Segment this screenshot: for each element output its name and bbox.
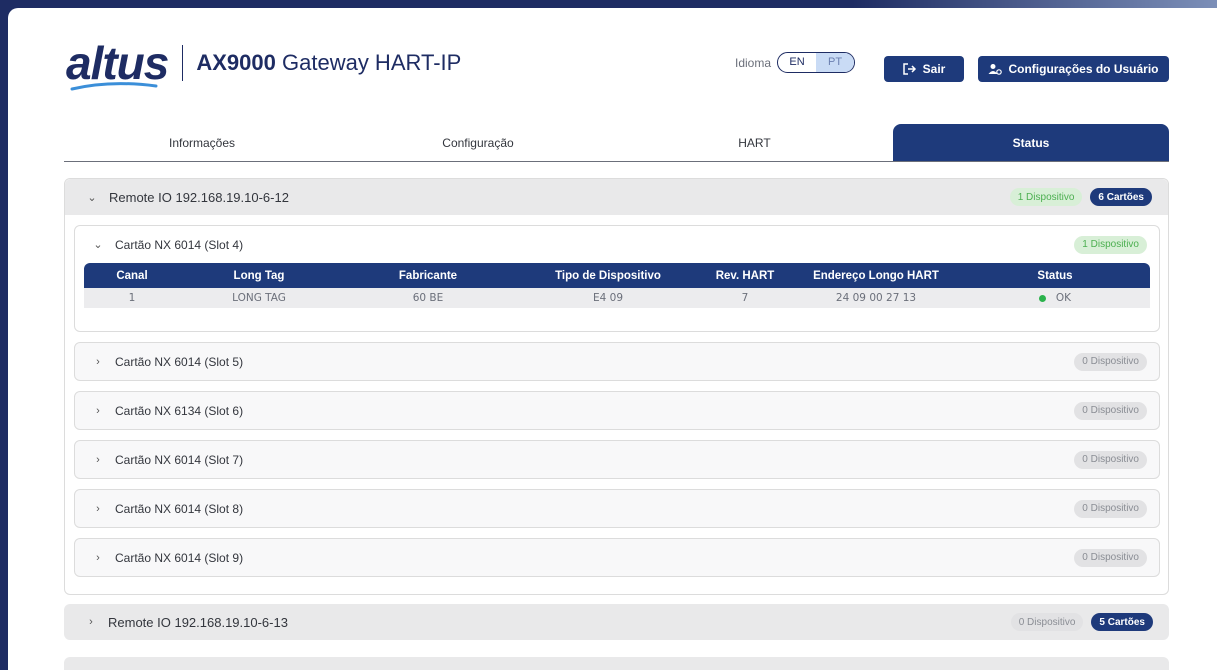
chevron-right-icon: › [96, 404, 100, 417]
logout-button[interactable]: Sair [884, 56, 964, 82]
app-title-model: AX9000 [196, 50, 276, 75]
tab-status[interactable]: Status [893, 124, 1169, 161]
language-label: Idioma [735, 55, 772, 70]
column-header-long-tag: Long Tag [180, 263, 338, 288]
app-window: altus AX9000 Gateway HART-IP Idioma EN P… [8, 8, 1217, 670]
app-title: AX9000 Gateway HART-IP [196, 50, 461, 76]
card-devices-badge: 0 Dispositivo [1074, 401, 1147, 420]
remote-group-header[interactable]: ⌄ Remote IO 192.168.19.10-6-12 1 Disposi… [65, 179, 1168, 215]
status-dot-icon [1038, 294, 1046, 302]
devices-badge: 1 Dispositivo [1009, 188, 1083, 206]
card-title: Cartão NX 6014 (Slot 7) [115, 452, 244, 467]
chevron-right-icon: › [96, 502, 100, 515]
chevron-down-icon: ⌄ [87, 191, 97, 204]
card-header[interactable]: › Cartão NX 6134 (Slot 6) 0 Dispositivo [75, 392, 1159, 429]
card-header[interactable]: › Cartão NX 6014 (Slot 7) 0 Dispositivo [75, 441, 1159, 478]
table-row[interactable]: 1 LONG TAG 60 BE E4 09 7 24 09 00 27 13 … [84, 288, 1150, 308]
language-toggle[interactable]: EN PT [777, 52, 856, 73]
chevron-down-icon: ⌄ [93, 239, 103, 251]
column-header-rev-hart: Rev. HART [698, 263, 792, 288]
cell-status: OK [960, 288, 1150, 308]
table-header-row: Canal Long Tag Fabricante Tipo de Dispos… [84, 263, 1150, 288]
chevron-right-icon: › [89, 616, 93, 628]
brand-logo: altus AX9000 Gateway HART-IP [66, 40, 461, 91]
devices-badge: 0 Dispositivo [1010, 613, 1084, 631]
card-title: Cartão NX 6014 (Slot 5) [115, 354, 244, 369]
card-item[interactable]: › Cartão NX 6014 (Slot 9) 0 Dispositivo [74, 538, 1160, 577]
chevron-right-icon: › [96, 355, 100, 368]
app-title-product: Gateway HART-IP [275, 50, 462, 75]
card-devices-badge: 0 Dispositivo [1074, 499, 1147, 518]
cell-rev-hart: 7 [698, 288, 792, 308]
tab-informacoes[interactable]: Informações [64, 124, 340, 161]
cell-endereco-longo: 24 09 00 27 13 [792, 288, 960, 308]
tab-configuracao[interactable]: Configuração [340, 124, 616, 161]
logo-swoosh-icon [70, 82, 158, 91]
language-option-en[interactable]: EN [778, 53, 816, 72]
remote-group-title: Remote IO 192.168.19.10-6-12 [109, 189, 289, 205]
card-header[interactable]: › Cartão NX 6014 (Slot 9) 0 Dispositivo [75, 539, 1159, 576]
chevron-right-icon: › [96, 453, 100, 466]
cards-badge: 6 Cartões [1090, 188, 1152, 206]
card-item[interactable]: › Cartão NX 6134 (Slot 6) 0 Dispositivo [74, 391, 1160, 430]
card-title: Cartão NX 6134 (Slot 6) [115, 403, 244, 418]
remote-group-partial[interactable] [64, 657, 1169, 670]
card-item[interactable]: › Cartão NX 6014 (Slot 8) 0 Dispositivo [74, 489, 1160, 528]
page-content: altus AX9000 Gateway HART-IP Idioma EN P… [8, 8, 1217, 670]
column-header-fabricante: Fabricante [338, 263, 518, 288]
cell-tipo-dispositivo: E4 09 [518, 288, 698, 308]
remote-group: ⌄ Remote IO 192.168.19.10-6-12 1 Disposi… [64, 178, 1169, 595]
column-header-endereco-longo: Endereço Longo HART [792, 263, 960, 288]
remote-group-body: ⌄ Cartão NX 6014 (Slot 4) 1 Dispositivo … [65, 215, 1168, 577]
cell-canal: 1 [84, 288, 180, 308]
card-devices-badge: 0 Dispositivo [1074, 450, 1147, 469]
column-header-status: Status [960, 263, 1150, 288]
card-devices-badge: 0 Dispositivo [1074, 548, 1147, 567]
card-title: Cartão NX 6014 (Slot 8) [115, 501, 244, 516]
card-header[interactable]: ⌄ Cartão NX 6014 (Slot 4) 1 Dispositivo [75, 226, 1159, 263]
logout-icon [902, 63, 916, 75]
column-header-tipo-dispositivo: Tipo de Dispositivo [518, 263, 698, 288]
card-item[interactable]: › Cartão NX 6014 (Slot 5) 0 Dispositivo [74, 342, 1160, 381]
cell-long-tag: LONG TAG [180, 288, 338, 308]
card-header[interactable]: › Cartão NX 6014 (Slot 5) 0 Dispositivo [75, 343, 1159, 380]
card-header[interactable]: › Cartão NX 6014 (Slot 8) 0 Dispositivo [75, 490, 1159, 527]
user-settings-label: Configurações do Usuário [1008, 62, 1159, 76]
card-item[interactable]: › Cartão NX 6014 (Slot 7) 0 Dispositivo [74, 440, 1160, 479]
chevron-right-icon: › [96, 551, 100, 564]
column-header-canal: Canal [84, 263, 180, 288]
card-title: Cartão NX 6014 (Slot 9) [115, 550, 244, 565]
user-gear-icon [988, 64, 1003, 75]
card-item: ⌄ Cartão NX 6014 (Slot 4) 1 Dispositivo … [74, 225, 1160, 332]
cards-badge: 5 Cartões [1091, 613, 1153, 631]
card-devices-badge: 0 Dispositivo [1074, 352, 1147, 371]
remote-group[interactable]: › Remote IO 192.168.19.10-6-13 0 Disposi… [64, 604, 1169, 640]
devices-table: Canal Long Tag Fabricante Tipo de Dispos… [84, 263, 1150, 308]
language-selector: Idioma EN PT [735, 52, 856, 73]
logo-divider [182, 45, 184, 81]
language-option-pt[interactable]: PT [816, 53, 855, 72]
remote-group-header[interactable]: › Remote IO 192.168.19.10-6-13 0 Disposi… [64, 604, 1169, 640]
main-tabs: Informações Configuração HART Status [64, 124, 1169, 162]
remote-group-title: Remote IO 192.168.19.10-6-13 [108, 614, 288, 630]
user-settings-button[interactable]: Configurações do Usuário [978, 56, 1169, 82]
status-text: OK [1055, 292, 1072, 304]
card-devices-badge: 1 Dispositivo [1074, 235, 1147, 254]
logout-label: Sair [922, 62, 946, 76]
card-title: Cartão NX 6014 (Slot 4) [115, 237, 244, 252]
cell-fabricante: 60 BE [338, 288, 518, 308]
tab-hart[interactable]: HART [616, 124, 893, 161]
